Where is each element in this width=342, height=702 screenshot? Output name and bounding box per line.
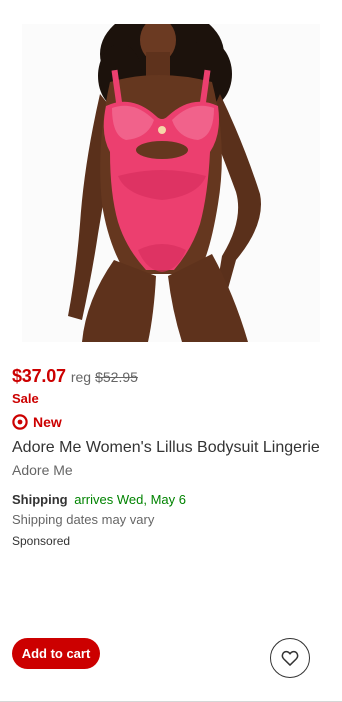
brand-name[interactable]: Adore Me	[12, 462, 73, 478]
price-row: $37.07 reg $52.95	[12, 366, 138, 387]
new-label: New	[33, 414, 62, 430]
target-bullseye-icon	[12, 414, 28, 430]
sale-label: Sale	[12, 391, 39, 406]
sponsored-label: Sponsored	[12, 534, 71, 548]
shipping-date: arrives Wed, May 6	[74, 492, 186, 507]
shipping-label: Shipping	[12, 492, 68, 507]
reg-label: reg	[70, 369, 92, 385]
product-photo	[22, 24, 320, 342]
current-price: $37.07	[12, 366, 66, 386]
favorite-button[interactable]	[270, 638, 310, 678]
new-badge: New	[12, 414, 62, 430]
product-title-link[interactable]: Adore Me Women's Lillus Bodysuit Lingeri…	[12, 439, 320, 457]
shipping-note: Shipping dates may vary	[12, 512, 155, 527]
product-image[interactable]	[22, 24, 320, 342]
regular-price: $52.95	[95, 369, 138, 385]
add-to-cart-button[interactable]: Add to cart	[12, 638, 100, 669]
heart-icon	[281, 650, 299, 666]
shipping-info: Shipping arrives Wed, May 6	[12, 492, 186, 507]
